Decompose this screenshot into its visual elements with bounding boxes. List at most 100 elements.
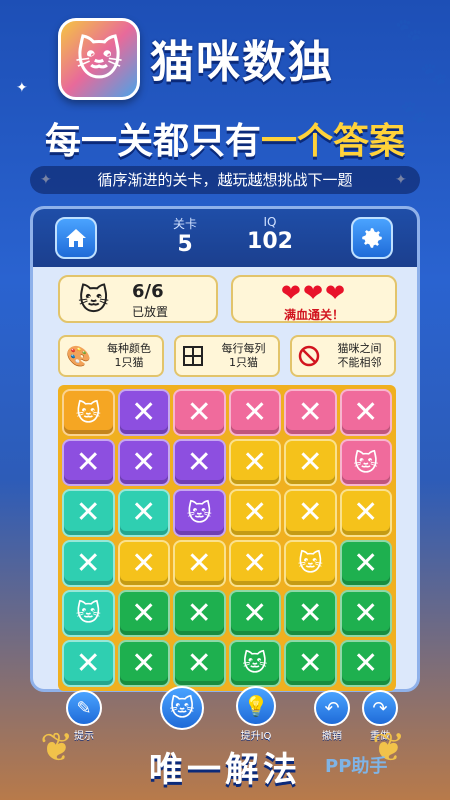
no-entry-icon <box>298 345 320 367</box>
cat-face-icon: 🐱 <box>242 649 268 678</box>
game-panel: 关卡 5 IQ 102 🐱 6/6 已放置 ❤❤❤ 满血通关！ 🎨 每种颜色 1只… <box>30 206 420 692</box>
x-mark-icon: ✕ <box>242 445 268 481</box>
board-cell[interactable]: ✕ <box>117 639 170 687</box>
progress-count: 6/6 <box>132 281 164 302</box>
board-cell[interactable]: ✕ <box>284 589 337 637</box>
iq-value: 102 <box>247 229 293 254</box>
board-cell[interactable]: ✕ <box>284 439 337 487</box>
board-cell[interactable]: ✕ <box>339 589 392 637</box>
board-cell[interactable]: ✕ <box>339 539 392 587</box>
rule-line1: 每行每列 <box>221 342 266 355</box>
board-cell[interactable]: ✕ <box>173 589 226 637</box>
board-cell[interactable]: ✕ <box>228 589 281 637</box>
level-value: 5 <box>177 232 193 257</box>
cat-face-icon: 🐱 <box>353 448 379 477</box>
undo-tool[interactable]: ↶ 撤销 <box>314 690 350 742</box>
board-cell[interactable]: ✕ <box>62 489 115 537</box>
rule-color: 🎨 每种颜色 1只猫 <box>58 335 164 377</box>
x-mark-icon: ✕ <box>242 395 268 431</box>
puzzle-board: 🐱 ✕ ✕ ✕ ✕ ✕ ✕ ✕ ✕ ✕ ✕ 🐱 ✕ ✕ 🐱 ✕ ✕ ✕ ✕ ✕ ✕ ✕ 🐱 ✕ 🐱 ✕ ✕ ✕ ✕ ✕ ✕ ✕ ✕ 🐱 ✕ ✕ <box>58 385 396 691</box>
board-cell[interactable]: ✕ <box>339 639 392 687</box>
progress-label: 已放置 <box>132 305 169 319</box>
undo-icon: ↶ <box>314 690 350 726</box>
cat-face-icon: 🐱 <box>75 599 101 628</box>
x-mark-icon: ✕ <box>131 645 157 681</box>
app-title: 猫咪数独 <box>150 37 334 88</box>
iq-boost-tool[interactable]: 💡 提升IQ <box>236 686 276 742</box>
home-icon <box>66 229 86 247</box>
x-mark-icon: ✕ <box>186 545 212 581</box>
cat-face-icon: 🐱 <box>186 498 212 527</box>
board-cell[interactable]: ✕ <box>228 439 281 487</box>
gear-icon <box>362 228 382 248</box>
x-mark-icon: ✕ <box>297 445 323 481</box>
board-cell[interactable]: ✕ <box>117 439 170 487</box>
board-cell[interactable]: ✕ <box>173 439 226 487</box>
cat-face-icon: 🐱 <box>75 32 123 86</box>
rule-line2: 1只猫 <box>114 356 144 369</box>
progress-card: 🐱 6/6 已放置 <box>58 275 218 323</box>
board-cell[interactable]: ✕ <box>62 639 115 687</box>
board-cell[interactable]: ✕ <box>339 489 392 537</box>
headline-part1: 每一关都只有 <box>44 121 261 162</box>
board-cell[interactable]: 🐱 <box>339 439 392 487</box>
cat-face-icon: 🐱 <box>160 686 204 730</box>
lives-card: ❤❤❤ 满血通关！ <box>231 275 397 323</box>
board-cell[interactable]: 🐱 <box>173 489 226 537</box>
board-cell[interactable]: ✕ <box>173 539 226 587</box>
heart-icon: ❤ <box>280 279 303 307</box>
palette-icon: 🎨 <box>66 344 91 368</box>
board-cell[interactable]: ✕ <box>228 539 281 587</box>
board-cell[interactable]: ✕ <box>339 389 392 437</box>
board-cell[interactable]: ✕ <box>117 539 170 587</box>
x-mark-icon: ✕ <box>131 595 157 631</box>
heart-icon: ❤ <box>325 279 348 307</box>
board-cell[interactable]: ✕ <box>173 389 226 437</box>
board-cell[interactable]: ✕ <box>173 639 226 687</box>
board-cell[interactable]: 🐱 <box>228 639 281 687</box>
x-mark-icon: ✕ <box>353 595 379 631</box>
app-icon: 🐱 <box>58 18 140 100</box>
board-cell[interactable]: ✕ <box>284 389 337 437</box>
x-mark-icon: ✕ <box>297 495 323 531</box>
board-cell[interactable]: ✕ <box>117 489 170 537</box>
redo-icon: ↷ <box>362 690 398 726</box>
x-mark-icon: ✕ <box>75 645 101 681</box>
x-mark-icon: ✕ <box>297 595 323 631</box>
home-button[interactable] <box>55 217 97 259</box>
board-cell[interactable]: ✕ <box>228 489 281 537</box>
board-cell[interactable]: 🐱 <box>62 389 115 437</box>
x-mark-icon: ✕ <box>242 545 268 581</box>
rule-line2: 不能相邻 <box>337 356 382 369</box>
level-label: 关卡 <box>172 217 197 231</box>
board-cell[interactable]: ✕ <box>228 389 281 437</box>
x-mark-icon: ✕ <box>75 445 101 481</box>
cat-video-tool[interactable]: 🐱 <box>160 686 204 730</box>
board-cell[interactable]: 🐱 <box>62 589 115 637</box>
x-mark-icon: ✕ <box>242 595 268 631</box>
board-cell[interactable]: ✕ <box>62 539 115 587</box>
rule-row-column: 每行每列 1只猫 <box>174 335 280 377</box>
watermark: PP助手 <box>325 756 388 777</box>
sparkle-icon: ✦ <box>16 80 28 96</box>
lives-label: 满血通关！ <box>283 308 344 322</box>
board-cell[interactable]: 🐱 <box>284 539 337 587</box>
x-mark-icon: ✕ <box>186 595 212 631</box>
rule-line2: 1只猫 <box>229 356 258 369</box>
x-mark-icon: ✕ <box>131 395 157 431</box>
iq-stat: IQ 102 <box>245 215 295 254</box>
headline: 每一关都只有一个答案 <box>0 112 450 164</box>
rule-line1: 每种颜色 <box>106 342 151 355</box>
settings-button[interactable] <box>351 217 393 259</box>
board-cell[interactable]: ✕ <box>284 489 337 537</box>
x-mark-icon: ✕ <box>353 645 379 681</box>
board-cell[interactable]: ✕ <box>62 439 115 487</box>
rule-line1: 猫咪之间 <box>337 342 382 355</box>
board-cell[interactable]: ✕ <box>117 589 170 637</box>
x-mark-icon: ✕ <box>75 545 101 581</box>
board-cell[interactable]: ✕ <box>284 639 337 687</box>
x-mark-icon: ✕ <box>353 495 379 531</box>
x-mark-icon: ✕ <box>242 495 268 531</box>
board-cell[interactable]: ✕ <box>117 389 170 437</box>
pencil-icon: ✎ <box>66 690 102 726</box>
